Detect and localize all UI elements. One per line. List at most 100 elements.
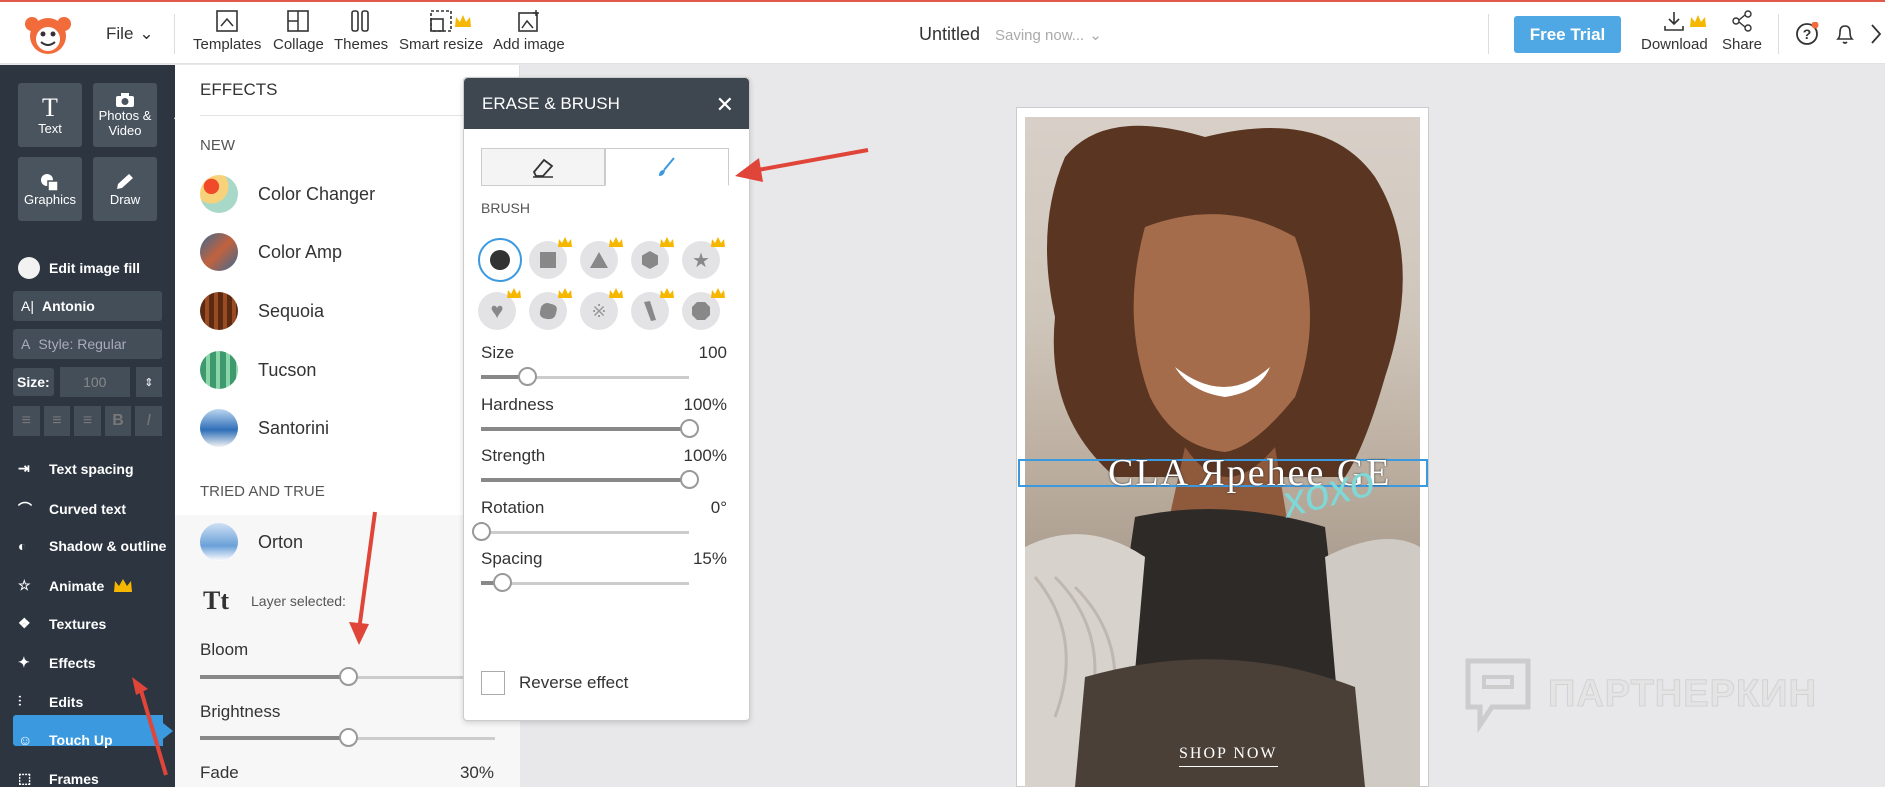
- download-label: Download: [1641, 36, 1708, 53]
- reverse-label: Reverse effect: [519, 673, 629, 692]
- bell-icon[interactable]: [1834, 22, 1856, 46]
- collage-button[interactable]: Collage: [273, 10, 324, 53]
- nav-touch-up[interactable]: ☺ Touch Up: [18, 732, 113, 748]
- nav-effects[interactable]: ✦ Effects: [18, 654, 96, 671]
- effect-thumbnail: [200, 351, 238, 389]
- crown-icon: [609, 237, 623, 247]
- themes-icon: [351, 10, 369, 32]
- align-center-icon[interactable]: ≡: [43, 406, 71, 436]
- new-section-label: NEW: [200, 137, 235, 154]
- effect-thumbnail: [200, 175, 238, 213]
- style-select[interactable]: A Style: Regular: [13, 329, 162, 359]
- free-trial-button[interactable]: Free Trial: [1514, 16, 1621, 53]
- eraser-icon: [532, 158, 554, 178]
- tab-brush[interactable]: [605, 148, 729, 186]
- stepper-icon[interactable]: ⇕: [135, 367, 162, 397]
- textures-icon: ❖: [18, 615, 31, 631]
- square-icon: [540, 252, 556, 268]
- save-status[interactable]: Saving now... ⌄: [995, 26, 1102, 45]
- slider-knob[interactable]: [517, 367, 537, 386]
- annotation-arrow: [132, 677, 168, 776]
- reverse-effect-row[interactable]: Reverse effect: [481, 671, 628, 695]
- slider-fill: [481, 426, 689, 431]
- collage-icon: [287, 10, 310, 32]
- file-menu[interactable]: File ⌄: [106, 24, 154, 44]
- frame-icon: ⬚: [18, 770, 32, 786]
- italic-icon[interactable]: I: [135, 406, 162, 436]
- slider-knob[interactable]: [472, 521, 491, 541]
- erase-brush-panel: ERASE & BRUSH ✕ BRUSH ★ ♥ ※ Size 100 Hardn…: [463, 77, 750, 721]
- edit-image-fill-label: Edit image fill: [49, 260, 141, 276]
- nav-label: Text spacing: [49, 460, 134, 477]
- picmonkey-logo[interactable]: [18, 10, 78, 56]
- shop-now-text[interactable]: SHOP NOW: [1179, 745, 1278, 767]
- add-image-button[interactable]: Add image: [493, 10, 565, 53]
- graphics-label: Graphics: [23, 191, 77, 207]
- nav-text-spacing[interactable]: ⇥ Text spacing: [18, 460, 134, 477]
- effect-item[interactable]: Santorini: [200, 409, 329, 447]
- chevron-right-icon[interactable]: [1870, 23, 1882, 45]
- font-select[interactable]: A| Antonio: [13, 291, 162, 321]
- bloom-slider-knob[interactable]: [339, 667, 358, 686]
- templates-button[interactable]: Templates: [193, 10, 261, 53]
- help-icon[interactable]: ?: [1795, 22, 1819, 46]
- style-label: Style: Regular: [38, 336, 127, 352]
- triangle-icon: [590, 252, 608, 268]
- smart-resize-label: Smart resize: [399, 36, 484, 53]
- effect-item-orton[interactable]: Orton: [200, 523, 303, 561]
- graphics-tile[interactable]: Graphics: [18, 157, 82, 221]
- slider-track[interactable]: [481, 582, 689, 585]
- tab-eraser[interactable]: [481, 148, 605, 186]
- draw-tile[interactable]: Draw: [93, 157, 157, 221]
- slider-knob[interactable]: [492, 573, 512, 592]
- share-button[interactable]: Share: [1722, 10, 1762, 53]
- brightness-slider-knob[interactable]: [339, 728, 358, 747]
- nav-label: Touch Up: [49, 732, 113, 748]
- effect-item[interactable]: Color Changer: [200, 175, 375, 213]
- document-title[interactable]: Untitled: [919, 24, 980, 45]
- crown-icon: [507, 288, 521, 298]
- slider-knob[interactable]: [680, 470, 699, 489]
- text-tile-label: Text: [38, 120, 62, 136]
- nav-edits[interactable]: ⫶ Edits: [18, 693, 83, 710]
- templates-label: Templates: [193, 36, 262, 53]
- effect-item[interactable]: Color Amp: [200, 233, 342, 271]
- crown-icon: [455, 15, 471, 27]
- erase-brush-title: ERASE & BRUSH: [482, 93, 620, 113]
- slider-track[interactable]: [481, 530, 689, 534]
- align-left-icon[interactable]: ≡: [13, 406, 40, 436]
- crown-icon: [711, 288, 725, 298]
- nav-frames[interactable]: ⬚ Frames: [18, 770, 99, 787]
- shadow-icon: ◐: [18, 538, 27, 554]
- nav-label: Textures: [49, 615, 107, 632]
- hexagon-icon: [642, 251, 658, 269]
- face-icon: ☺: [18, 732, 33, 748]
- photos-video-tile[interactable]: Photos & Video: [93, 83, 157, 147]
- download-icon: [1664, 12, 1685, 31]
- size-input[interactable]: 100: [59, 367, 130, 397]
- effect-item[interactable]: Tucson: [200, 351, 316, 389]
- text-tool-tile[interactable]: T Text: [18, 83, 82, 147]
- crown-icon: [1690, 15, 1706, 27]
- star-icon: ★: [692, 249, 710, 272]
- crown-icon: [711, 237, 725, 247]
- nav-shadow-outline[interactable]: ◐ Shadow & outline: [18, 538, 166, 554]
- bold-icon[interactable]: B: [104, 406, 132, 436]
- photos-video-label: Photos & Video: [98, 108, 152, 138]
- close-icon[interactable]: ✕: [716, 92, 734, 118]
- nav-animate[interactable]: ☆ Animate: [18, 577, 133, 594]
- effect-item[interactable]: Sequoia: [200, 292, 324, 330]
- align-right-icon[interactable]: ≡: [74, 406, 101, 436]
- panel-title: EFFECTS: [200, 80, 278, 99]
- brush-shape-circle[interactable]: [478, 238, 522, 282]
- blob-icon: [539, 303, 557, 320]
- nav-textures[interactable]: ❖ Textures: [18, 615, 106, 632]
- slider-knob[interactable]: [680, 418, 699, 438]
- graphics-icon: [41, 173, 59, 192]
- nav-label: Shadow & outline: [49, 538, 167, 554]
- nav-curved-text[interactable]: ⌒ Curved text: [18, 499, 126, 519]
- reverse-checkbox[interactable]: [481, 671, 505, 695]
- themes-button[interactable]: Themes: [334, 10, 388, 53]
- edit-image-fill[interactable]: Edit image fill: [18, 257, 140, 279]
- brightness-fill: [200, 736, 350, 740]
